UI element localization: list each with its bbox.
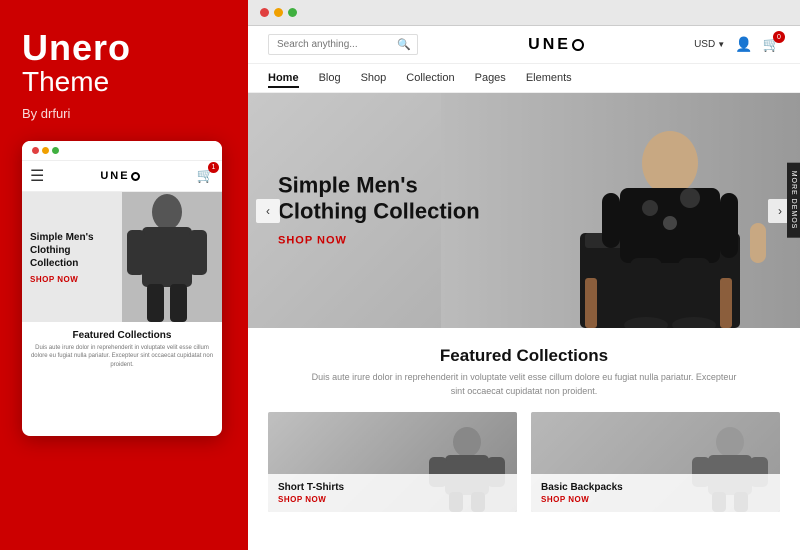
nav-item-elements[interactable]: Elements: [526, 70, 572, 86]
hero-title: Simple Men's Clothing Collection: [278, 172, 498, 225]
nav-item-collection[interactable]: Collection: [406, 70, 454, 86]
mobile-cart-badge: 1: [208, 162, 219, 173]
browser-dot-yellow[interactable]: [274, 8, 283, 17]
mobile-window-dots: [32, 147, 59, 154]
collection-card-1-name: Short T-Shirts: [278, 482, 507, 493]
right-panel: 🔍 UNE USD ▼ 👤 🛒 0 Home Blog Shop: [248, 0, 800, 550]
brand-subtitle: Theme: [22, 68, 226, 96]
site-logo: UNE: [528, 36, 584, 54]
hamburger-icon[interactable]: ☰: [30, 166, 44, 186]
chevron-down-icon: ▼: [717, 40, 725, 49]
hero-prev-arrow[interactable]: ‹: [256, 199, 280, 223]
nav-item-pages[interactable]: Pages: [475, 70, 506, 86]
brand-name: Unero: [22, 30, 226, 66]
mobile-dot-yellow: [42, 147, 49, 154]
mobile-nav-bar: ☰ UNE 🛒 1: [22, 161, 222, 192]
browser-chrome: [248, 0, 800, 26]
currency-selector[interactable]: USD ▼: [694, 39, 725, 50]
browser-content: 🔍 UNE USD ▼ 👤 🛒 0 Home Blog Shop: [248, 26, 800, 550]
mobile-site-logo: UNE: [100, 170, 140, 182]
brand-by: By drfuri: [22, 106, 226, 121]
hero-section: Simple Men's Clothing Collection Shop No…: [248, 93, 800, 328]
site-navigation: Home Blog Shop Collection Pages Elements: [248, 64, 800, 93]
more-demos-button[interactable]: MORE DEMOS: [787, 163, 800, 238]
featured-collections-section: Featured Collections Duis aute irure dol…: [248, 328, 800, 550]
cart-icon[interactable]: 🛒 0: [763, 36, 780, 53]
mobile-cart[interactable]: 🛒 1: [197, 167, 214, 185]
collection-card-2-name: Basic Backpacks: [541, 482, 770, 493]
mobile-shop-now-link[interactable]: Shop Now: [30, 275, 114, 284]
mobile-hero-image: [122, 192, 222, 322]
site-header: 🔍 UNE USD ▼ 👤 🛒 0: [248, 26, 800, 64]
collection-card-2: Basic Backpacks Shop Now: [531, 412, 780, 512]
mobile-hero: Simple Men's Clothing Collection Shop No…: [22, 192, 222, 322]
collections-grid: Short T-Shirts Shop Now: [268, 412, 780, 512]
search-input[interactable]: [277, 39, 397, 50]
nav-item-home[interactable]: Home: [268, 70, 299, 86]
mobile-hero-text: Simple Men's Clothing Collection Shop No…: [22, 221, 122, 294]
search-bar[interactable]: 🔍: [268, 34, 418, 55]
mobile-hero-title: Simple Men's Clothing Collection: [30, 231, 114, 270]
mobile-featured-desc: Duis aute irure dolor in reprehenderit i…: [30, 344, 214, 369]
browser-dot-red[interactable]: [260, 8, 269, 17]
collection-card-1-info: Short T-Shirts Shop Now: [268, 474, 517, 512]
mobile-mockup: ☰ UNE 🛒 1 Simple M: [22, 141, 222, 436]
header-actions: USD ▼ 👤 🛒 0: [694, 36, 780, 53]
featured-description: Duis aute irure dolor in reprehenderit i…: [304, 371, 744, 398]
collection-card-1: Short T-Shirts Shop Now: [268, 412, 517, 512]
left-panel: Unero Theme By drfuri ☰ UNE 🛒 1: [0, 0, 248, 550]
nav-item-blog[interactable]: Blog: [319, 70, 341, 86]
nav-item-shop[interactable]: Shop: [361, 70, 387, 86]
hero-shop-now-link[interactable]: Shop Now: [278, 235, 347, 247]
logo-o-ring: [572, 39, 584, 51]
mobile-dot-red: [32, 147, 39, 154]
user-icon[interactable]: 👤: [735, 36, 752, 53]
currency-label: USD: [694, 39, 715, 50]
collection-card-2-shop[interactable]: Shop Now: [541, 495, 770, 504]
collection-card-1-shop[interactable]: Shop Now: [278, 495, 507, 504]
collection-card-2-info: Basic Backpacks Shop Now: [531, 474, 780, 512]
mobile-dot-green: [52, 147, 59, 154]
featured-title: Featured Collections: [268, 346, 780, 366]
browser-dot-green[interactable]: [288, 8, 297, 17]
mobile-top-bar: [22, 141, 222, 161]
cart-badge: 0: [773, 31, 785, 43]
hero-text: Simple Men's Clothing Collection Shop No…: [278, 172, 498, 249]
mobile-collections-section: Featured Collections Duis aute irure dol…: [22, 322, 222, 369]
mobile-featured-title: Featured Collections: [30, 330, 214, 341]
search-icon: 🔍: [397, 38, 411, 51]
